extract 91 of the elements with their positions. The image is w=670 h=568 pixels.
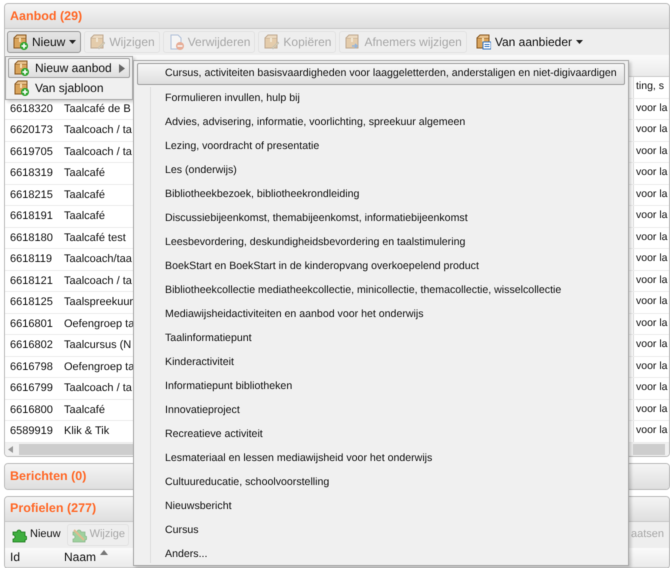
table-cell-text: 6616801 [9,316,54,332]
table-cell: voor la [633,270,669,291]
package-pencil-icon [89,34,106,50]
menu-item[interactable]: Lezing, voordracht of presentatie [137,135,625,159]
table-cell-text: Taalcoach/taa [63,252,132,267]
menu-item[interactable]: BoekStart en BoekStart in de kinderopvang overkoepelend product [137,255,625,279]
menu-item[interactable]: Informatiepunt bibliotheken [137,375,625,399]
table-cell-text: Taalspreekuur [63,295,134,310]
panel-title: Berichten (0) [10,468,86,485]
puzzle-icon [11,526,27,542]
table-cell-text: 6616798 [9,360,54,374]
table-cell: voor la [633,400,669,420]
toolbar-button[interactable]: Nieuw [7,524,65,546]
table-cell-text: 6618191 [9,209,54,224]
table-cell: voor la [633,249,669,270]
table-cell: voor la [633,206,669,226]
puzzle-pencil-icon [70,526,87,542]
table-cell-text: Taalcafé [63,166,105,181]
table-cell: voor la [633,228,669,248]
menu-item[interactable]: Les (onderwijs) [137,159,625,183]
column-header[interactable]: Id [5,548,60,564]
table-cell-text: 6619705 [9,144,54,160]
menu-item[interactable]: Taalinformatiepunt [137,327,625,351]
table-cell: voor la [633,421,669,442]
package-plus-icon [13,80,29,96]
sort-ascending-icon [100,550,108,554]
menu-item[interactable]: Discussiebijeenkomst, themabijeenkomst, informatiebijeenkomst [137,207,625,231]
menu-item[interactable]: Lesmateriaal en lessen mediawijsheid voor het onderwijs [137,447,625,471]
table-cell-text: 6618119 [9,252,54,267]
table-cell: voor la [633,184,669,205]
menu-item[interactable]: Van sjabloon [8,78,130,98]
table-cell-text: 6618319 [9,166,54,181]
table-cell-text: Taalcafé [63,188,105,202]
menu-item[interactable]: Innovatieproject [137,399,625,423]
menu-item[interactable]: Bibliotheekbezoek, bibliotheekrondleiding [137,183,625,207]
package-plus-icon [13,60,29,76]
scroll-left-icon [8,446,13,452]
table-cell-text: Taalcafé [63,209,105,224]
table-cell-text: 6618215 [9,188,54,202]
menu-item[interactable]: Anders... [137,543,625,567]
menu-item[interactable]: Cursus, activiteiten basisvaardigheden voor laaggeletterden, anderstaligen en niet-digivaardigen [137,63,625,85]
package-plus-icon [12,34,28,50]
menu-item[interactable]: Cultuureducatie, schoolvoorstelling [137,471,625,495]
table-cell-text: 6618320 [9,102,54,116]
menu-item[interactable]: Kinderactiviteit [137,351,625,375]
toolbar-button[interactable]: Nieuw [7,31,82,53]
table-cell-text: Taalcoach / ta [63,123,132,138]
column-header[interactable]: Naam [60,548,108,564]
table-cell: voor la [633,335,669,356]
menu-item[interactable]: Formulieren invullen, hulp bij [137,87,625,111]
menu-item[interactable]: Advies, advisering, informatie, voorlichting, spreekuur algemeen [137,111,625,135]
table-cell: voor la [633,378,669,398]
table-cell: voor la [633,120,669,140]
table-cell-text: Taalcafé test [63,230,126,246]
table-cell: voor la [633,356,669,377]
table-cell: voor la [633,292,669,312]
table-cell: voor la [633,142,669,162]
table-cell-text: Taalcoach / ta [63,144,132,160]
table-cell: voor la [633,314,669,334]
menu-item[interactable]: Bibliotheekcollectie mediatheekcollectie, minicollectie, themacollectie, wisselcollectie [137,279,625,303]
table-cell-text: 6589919 [9,424,54,439]
table-cell-text: 6616799 [9,381,54,396]
scrollbar-thumb[interactable] [633,444,665,454]
table-cell: ting, s [633,77,669,98]
table-cell-text: 6616802 [9,338,54,353]
table-cell-text: Klik & Tik [63,424,110,439]
toolbar-button[interactable]: Van aanbieder [470,31,588,53]
menu-item[interactable]: Nieuw aanbod [8,58,130,78]
table-cell: voor la [633,98,669,119]
table-cell-text: Taalcoach / ta [63,274,132,288]
table-cell-text: Taalcafé [63,402,105,418]
table-cell: voor la [633,163,669,184]
panel-title: Aanbod (29) [10,8,82,25]
table-cell-text: 6616800 [9,402,54,418]
menu-item[interactable]: Mediawijsheidactiviteiten en aanbod voor het onderwijs [137,303,625,327]
table-cell-text: 6618125 [9,295,54,310]
menu-item[interactable]: Leesbevordering, deskundigheidsbevordering en taalstimulering [137,231,625,255]
table-cell-text: 6620173 [9,123,54,138]
menu-item[interactable]: Nieuwsbericht [137,495,625,519]
table-cell-text: 6618121 [9,274,54,288]
table-cell-text: Taalcafé de B [63,102,131,116]
package-arrow-icon [344,34,360,50]
document-minus-icon [168,34,184,50]
panel-title: Profielen (277) [10,500,96,518]
menu-item[interactable]: Recreatieve activiteit [137,423,625,447]
table-cell-text: Taalcoach / ta [63,381,132,396]
menu-item[interactable]: Cursus [137,519,625,543]
package-list-icon [474,34,491,50]
table-cell-text: 6618180 [9,230,54,246]
package-pencil-icon [263,34,280,50]
table-cell-text: Taalcursus (N [63,338,132,353]
